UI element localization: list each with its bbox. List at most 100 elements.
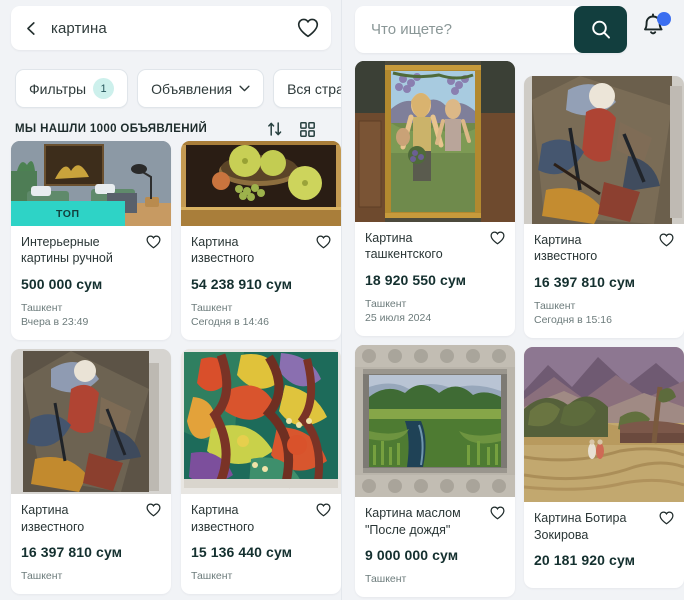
after-the-rain-landscape-photo — [355, 345, 515, 498]
left-grid-column-2: Картина известного 54 238 910 сум Ташкен… — [181, 141, 341, 595]
listing-image[interactable] — [524, 347, 684, 503]
listing-card[interactable]: Картина известного 16 397 810 сум Ташкен… — [11, 349, 171, 595]
listing-meta: Ташкент Сегодня в 14:46 — [191, 301, 269, 328]
grape-harvest-painting-photo — [355, 61, 515, 222]
listing-title-row: Картина Ботира Зокирова — [534, 510, 674, 543]
listing-body: Картина известного 16 397 810 сум Ташкен… — [524, 224, 684, 338]
listing-card[interactable]: Картина ташкентского 18 920 550 сум Ташк… — [355, 61, 515, 337]
notifications-button[interactable] — [639, 11, 673, 45]
listing-title: Картина маслом "После дождя" — [365, 506, 461, 537]
listing-image[interactable]: ТОП — [11, 141, 171, 226]
listing-body: Картина известного 54 238 910 сум Ташкен… — [181, 226, 341, 340]
listing-body: Картина ташкентского 18 920 550 сум Ташк… — [355, 222, 515, 336]
favorites-button[interactable] — [285, 6, 331, 50]
grid-view-icon — [300, 121, 315, 137]
top-badge: ТОП — [11, 201, 125, 226]
results-bar: МЫ НАШЛИ 1000 ОБЪЯВЛЕНИЙ — [15, 118, 331, 140]
listing-image[interactable] — [524, 76, 684, 224]
chevron-down-icon — [239, 85, 250, 92]
listing-image[interactable] — [11, 349, 171, 495]
listing-image[interactable] — [181, 141, 341, 226]
listing-title: Картина ташкентского — [365, 231, 443, 262]
heart-icon[interactable] — [316, 235, 331, 249]
heart-icon[interactable] — [490, 231, 505, 245]
sort-arrows-icon — [268, 122, 282, 136]
listing-price: 54 238 910 сум — [191, 275, 293, 292]
listing-title-row: Картина известного — [534, 232, 674, 265]
listing-meta: Ташкент — [365, 572, 407, 585]
back-button[interactable] — [11, 6, 51, 50]
listing-body: Интерьерные картины ручной 500 000 сум Т… — [11, 226, 171, 340]
listing-body: Картина известного 16 397 810 сум Ташкен… — [11, 494, 171, 594]
heart-icon[interactable] — [316, 503, 331, 517]
left-search-bar[interactable]: картина — [11, 6, 331, 50]
view-mode-button[interactable] — [300, 121, 315, 137]
abstract-painting-photo — [11, 349, 171, 495]
listing-meta: Ташкент — [21, 569, 63, 582]
listing-body: Картина известного 15 136 440 сум Ташкен… — [181, 494, 341, 594]
listing-title: Интерьерные картины ручной — [21, 235, 113, 266]
listing-card[interactable]: Картина известного 16 397 810 сум Ташкен… — [524, 76, 684, 339]
listing-title: Картина известного — [191, 235, 255, 266]
listing-card[interactable]: Картина маслом "После дождя" 9 000 000 с… — [355, 345, 515, 598]
listing-title: Картина Ботира Зокирова — [534, 511, 627, 542]
heart-icon[interactable] — [490, 506, 505, 520]
heart-icon[interactable] — [659, 233, 674, 247]
listing-title: Картина известного — [191, 503, 255, 534]
app-screen: картина Фильтры 1 Объявления Вся страна — [0, 0, 684, 600]
listing-body: Картина маслом "После дождя" 9 000 000 с… — [355, 497, 515, 597]
listing-price: 15 136 440 сум — [191, 543, 293, 560]
mountain-landscape-painting-photo — [524, 347, 684, 503]
listing-price: 18 920 550 сум — [365, 271, 467, 288]
listing-body: Картина Ботира Зокирова 20 181 920 сум — [524, 502, 684, 588]
listing-meta: Ташкент 25 июля 2024 — [365, 297, 432, 324]
left-panel: картина Фильтры 1 Объявления Вся страна — [0, 0, 342, 600]
filter-chips-row: Фильтры 1 Объявления Вся страна — [15, 69, 341, 108]
right-grid-column-1: Картина ташкентского 18 920 550 сум Ташк… — [355, 61, 515, 598]
listing-title: Картина известного — [534, 233, 598, 264]
search-input[interactable]: картина — [51, 20, 285, 37]
listing-meta: Ташкент — [191, 569, 233, 582]
listing-image[interactable] — [355, 345, 515, 498]
listing-card[interactable]: Картина Ботира Зокирова 20 181 920 сум — [524, 347, 684, 588]
listing-image[interactable] — [181, 349, 341, 495]
search-submit-button[interactable] — [574, 6, 627, 53]
listing-price: 500 000 сум — [21, 275, 103, 292]
chip-region[interactable]: Вся страна — [273, 69, 341, 108]
still-life-painting-photo — [181, 141, 341, 226]
heart-icon[interactable] — [659, 511, 674, 525]
listing-price: 16 397 810 сум — [21, 543, 123, 560]
listing-meta: Ташкент Вчера в 23:49 — [21, 301, 89, 328]
left-results-grid: ТОП Интерьерные картины ручной 500 000 с… — [11, 141, 341, 595]
left-grid-column-1: ТОП Интерьерные картины ручной 500 000 с… — [11, 141, 171, 595]
sort-button[interactable] — [267, 121, 283, 137]
colorful-abstract-painting-photo — [181, 349, 341, 495]
heart-icon — [297, 18, 319, 38]
listing-price: 9 000 000 сум — [365, 546, 459, 563]
chip-listings-label: Объявления — [151, 80, 233, 97]
listing-price: 16 397 810 сум — [534, 273, 636, 290]
results-actions — [267, 121, 331, 137]
listing-card[interactable]: Картина известного 15 136 440 сум Ташкен… — [181, 349, 341, 595]
results-count-label: МЫ НАШЛИ 1000 ОБЪЯВЛЕНИЙ — [15, 123, 208, 135]
listing-card[interactable]: Картина известного 54 238 910 сум Ташкен… — [181, 141, 341, 341]
chip-filters-badge: 1 — [93, 78, 115, 99]
listing-price: 20 181 920 сум — [534, 551, 636, 568]
listing-title: Картина известного — [21, 503, 85, 534]
listing-title-row: Картина известного — [21, 502, 161, 535]
chip-region-label: Вся страна — [287, 80, 341, 97]
heart-icon[interactable] — [146, 235, 161, 249]
listing-meta: Ташкент Сегодня в 15:16 — [534, 299, 612, 326]
chip-filters[interactable]: Фильтры 1 — [15, 69, 129, 108]
listing-title-row: Картина известного — [191, 502, 331, 535]
heart-icon[interactable] — [146, 503, 161, 517]
search-icon — [591, 20, 610, 39]
chevron-left-icon — [26, 21, 35, 35]
chip-filters-label: Фильтры — [29, 80, 87, 97]
listing-title-row: Картина маслом "После дождя" — [365, 505, 505, 538]
chip-listings[interactable]: Объявления — [137, 69, 265, 108]
abstract-painting-photo — [524, 76, 684, 224]
listing-card[interactable]: ТОП Интерьерные картины ручной 500 000 с… — [11, 141, 171, 341]
listing-image[interactable] — [355, 61, 515, 222]
listing-title-row: Картина известного — [191, 234, 331, 267]
